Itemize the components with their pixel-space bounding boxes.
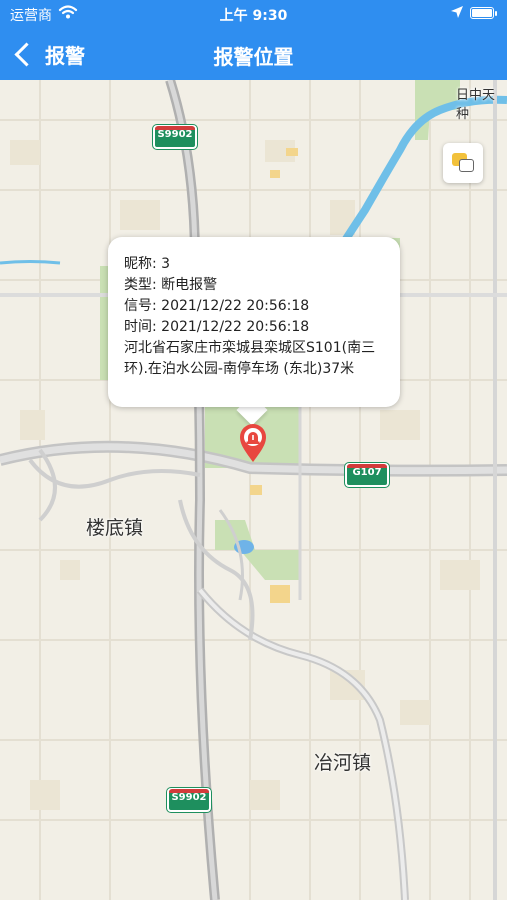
battery-tip <box>495 11 497 16</box>
time-label: 时间: <box>124 319 157 335</box>
popup-signal-row: 信号: 2021/12/22 20:56:18 <box>124 296 386 317</box>
map-layer-button[interactable] <box>443 143 483 183</box>
place-yehe-town: 冶河镇 <box>314 752 372 774</box>
status-bar: 运营商 上午 9:30 <box>0 0 507 28</box>
map-background <box>0 80 507 900</box>
status-time: 上午 9:30 <box>219 8 288 24</box>
map-view[interactable]: S9902 G107 S9902 楼底镇 冶河镇 日中天种 昵称: 3 类型: … <box>0 80 507 900</box>
map-layer-icon-outline <box>459 159 474 172</box>
battery-icon <box>470 7 494 19</box>
signal-value: 2021/12/22 20:56:18 <box>161 298 310 314</box>
nav-bar: 报警 报警位置 <box>0 28 507 80</box>
place-rizhongtian: 日中天种 <box>456 88 496 122</box>
popup-address: 河北省石家庄市栾城县栾城区S101(南三环).在泊水公园-南停车场 (东北)37… <box>124 340 376 377</box>
type-value: 断电报警 <box>161 277 218 293</box>
signal-label: 信号: <box>124 298 157 314</box>
nickname-value: 3 <box>161 256 171 272</box>
popup-type-row: 类型: 断电报警 <box>124 275 386 296</box>
alarm-marker-icon[interactable] <box>238 423 268 463</box>
time-value: 2021/12/22 20:56:18 <box>161 319 310 335</box>
page-title: 报警位置 <box>213 45 294 69</box>
alarm-info-popup: 昵称: 3 类型: 断电报警 信号: 2021/12/22 20:56:18 时… <box>108 237 400 407</box>
type-label: 类型: <box>124 277 157 293</box>
road-shield-s9902-bottom: S9902 <box>167 788 211 812</box>
nickname-label: 昵称: <box>124 256 157 272</box>
popup-time-row: 时间: 2021/12/22 20:56:18 <box>124 317 386 338</box>
popup-nickname-row: 昵称: 3 <box>124 254 386 275</box>
road-shield-s9902-top: S9902 <box>153 125 197 149</box>
road-shield-g107: G107 <box>345 463 389 487</box>
place-loudi-town: 楼底镇 <box>86 517 144 539</box>
location-arrow-icon <box>450 5 464 23</box>
